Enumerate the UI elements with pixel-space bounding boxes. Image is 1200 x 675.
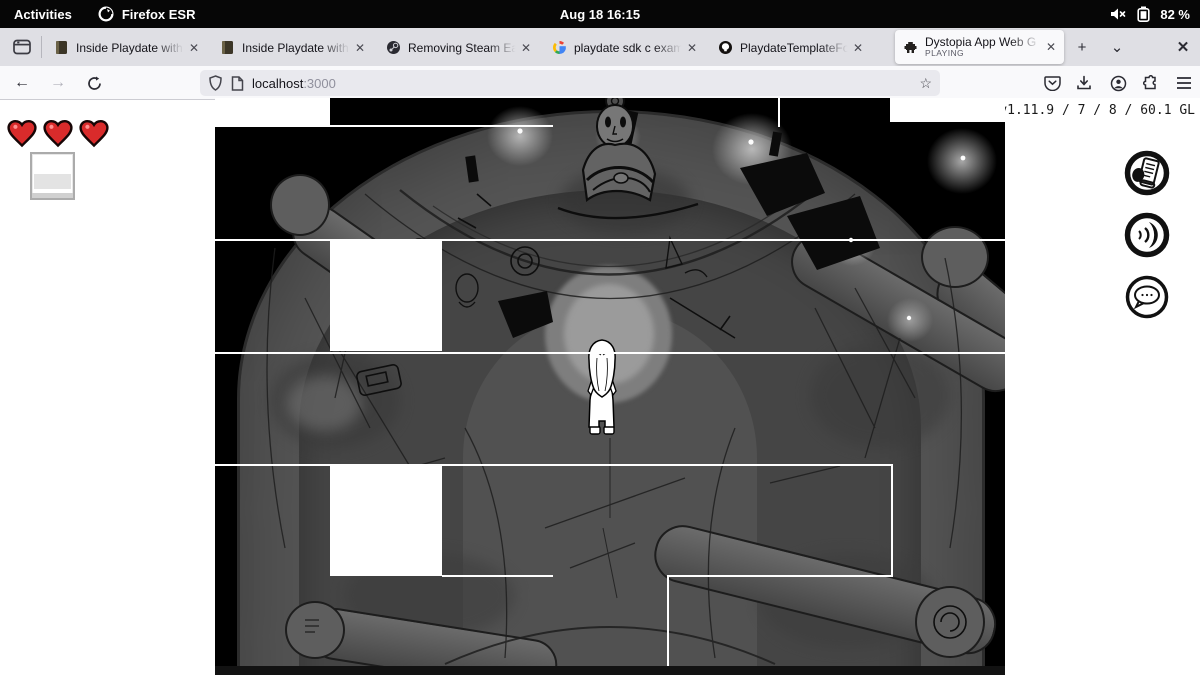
google-icon <box>553 40 566 55</box>
sound-waves-icon <box>1124 212 1170 258</box>
account-icon <box>1110 75 1126 91</box>
reload-button[interactable] <box>80 69 108 97</box>
new-tab-button[interactable]: + <box>1069 35 1095 59</box>
tab-inside-playdate-1[interactable]: Inside Playdate with C ✕ <box>46 33 207 62</box>
tab-inside-playdate-2[interactable]: Inside Playdate with C ✕ <box>212 33 373 62</box>
list-all-tabs-button[interactable]: ⌄ <box>1104 35 1130 59</box>
tab-strip-separator <box>41 36 42 58</box>
npc-figure <box>557 98 699 220</box>
tab-close-button[interactable]: ✕ <box>519 41 533 55</box>
tab-title: Dystopia App Web G <box>925 35 1037 49</box>
tab-close-button[interactable]: ✕ <box>187 41 201 55</box>
navigation-toolbar: ← → localhost:3000 ☆ <box>0 66 1200 100</box>
app-menu-button[interactable] <box>1172 71 1196 95</box>
window-close-button[interactable]: ✕ <box>1170 35 1196 59</box>
glitch-line <box>215 239 1005 241</box>
speech-bubble-icon <box>1125 275 1169 319</box>
downloads-button[interactable] <box>1072 71 1096 95</box>
health-hearts <box>7 120 109 148</box>
tab-close-button[interactable]: ✕ <box>1044 40 1058 54</box>
glitch-line <box>215 464 892 466</box>
tab-close-button[interactable]: ✕ <box>353 41 367 55</box>
screen: Activities Firefox ESR Aug 18 16:15 82 %… <box>0 0 1200 675</box>
bookmark-star-icon[interactable]: ☆ <box>919 75 932 92</box>
page-info-icon <box>231 75 244 91</box>
tab-removing-steam[interactable]: Removing Steam Ear ✕ <box>378 33 539 62</box>
glitch-rect <box>330 465 442 576</box>
glitch-rect <box>330 240 442 351</box>
download-icon <box>1077 75 1091 90</box>
account-button[interactable] <box>1106 71 1130 95</box>
pocket-icon <box>1043 76 1061 91</box>
system-status-area[interactable]: 82 % <box>1110 0 1190 28</box>
tab-title: Inside Playdate with C <box>76 40 187 55</box>
glitch-line <box>442 575 553 577</box>
book-icon <box>222 41 233 54</box>
reload-icon <box>87 76 101 90</box>
book-icon <box>56 41 67 54</box>
tab-close-button[interactable]: ✕ <box>851 41 865 55</box>
glitch-rect <box>890 98 1005 122</box>
listen-button[interactable] <box>1123 211 1171 259</box>
firefox-view-button[interactable] <box>8 35 36 59</box>
tab-close-button[interactable]: ✕ <box>685 41 699 55</box>
glitch-line <box>330 125 553 127</box>
glitch-line <box>667 575 669 666</box>
battery-icon <box>1137 6 1150 22</box>
tab-media-status[interactable]: PLAYING <box>925 48 1044 58</box>
back-button[interactable]: ← <box>8 69 36 97</box>
glitch-line <box>778 98 780 127</box>
glitch-line <box>668 575 893 577</box>
talk-button[interactable] <box>1123 273 1171 321</box>
battery-percent: 82 % <box>1160 6 1190 22</box>
tab-playdate-sdk-search[interactable]: playdate sdk c examp ✕ <box>544 33 705 62</box>
scroll-icon <box>1124 150 1170 196</box>
heart-icon <box>79 120 109 148</box>
activities-button[interactable]: Activities <box>14 7 72 22</box>
game-canvas[interactable] <box>215 98 1005 675</box>
forward-button[interactable]: → <box>44 69 72 97</box>
inventory-slot[interactable] <box>30 152 75 200</box>
tab-title: Removing Steam Ear <box>408 40 519 55</box>
hamburger-menu-icon <box>1177 77 1191 89</box>
tab-strip: Inside Playdate with C ✕ Inside Playdate… <box>0 28 1200 66</box>
url-text: localhost:3000 <box>252 75 336 91</box>
glitch-line <box>891 464 893 576</box>
game-page: LittleJS v1.11.9 / 7 / 8 / 60.1 GL <box>0 98 1200 675</box>
firefox-view-icon <box>13 39 31 55</box>
heart-icon <box>43 120 73 148</box>
tab-title: Inside Playdate with C <box>242 40 353 55</box>
tab-playdate-template[interactable]: PlaydateTemplateFo ✕ <box>710 33 871 62</box>
inventory-slot-base <box>32 193 73 198</box>
tracking-shield-icon <box>209 75 222 91</box>
steam-icon <box>387 41 400 54</box>
extensions-button[interactable] <box>1139 71 1163 95</box>
tab-title: playdate sdk c examp <box>574 40 685 55</box>
glitch-rect <box>215 98 330 127</box>
journal-button[interactable] <box>1123 149 1171 197</box>
pocket-button[interactable] <box>1040 71 1064 95</box>
github-icon <box>719 41 732 54</box>
gnome-top-bar: Activities Firefox ESR Aug 18 16:15 82 % <box>0 0 1200 28</box>
firefox-icon <box>98 6 114 22</box>
puzzle-piece-icon <box>1143 75 1156 90</box>
tab-title: PlaydateTemplateFo <box>740 40 850 55</box>
canvas-letterbox <box>215 666 1005 675</box>
game-sprite-icon <box>904 41 917 53</box>
url-bar[interactable]: localhost:3000 ☆ <box>200 70 940 96</box>
tab-dystopia-game-active[interactable]: Dystopia App Web G PLAYING ✕ <box>895 30 1064 64</box>
focused-app-menu[interactable]: Firefox ESR <box>98 6 196 22</box>
volume-muted-icon <box>1111 8 1126 20</box>
glitch-line <box>215 352 1005 354</box>
heart-icon <box>7 120 37 148</box>
inventory-slot-shading <box>34 174 71 189</box>
